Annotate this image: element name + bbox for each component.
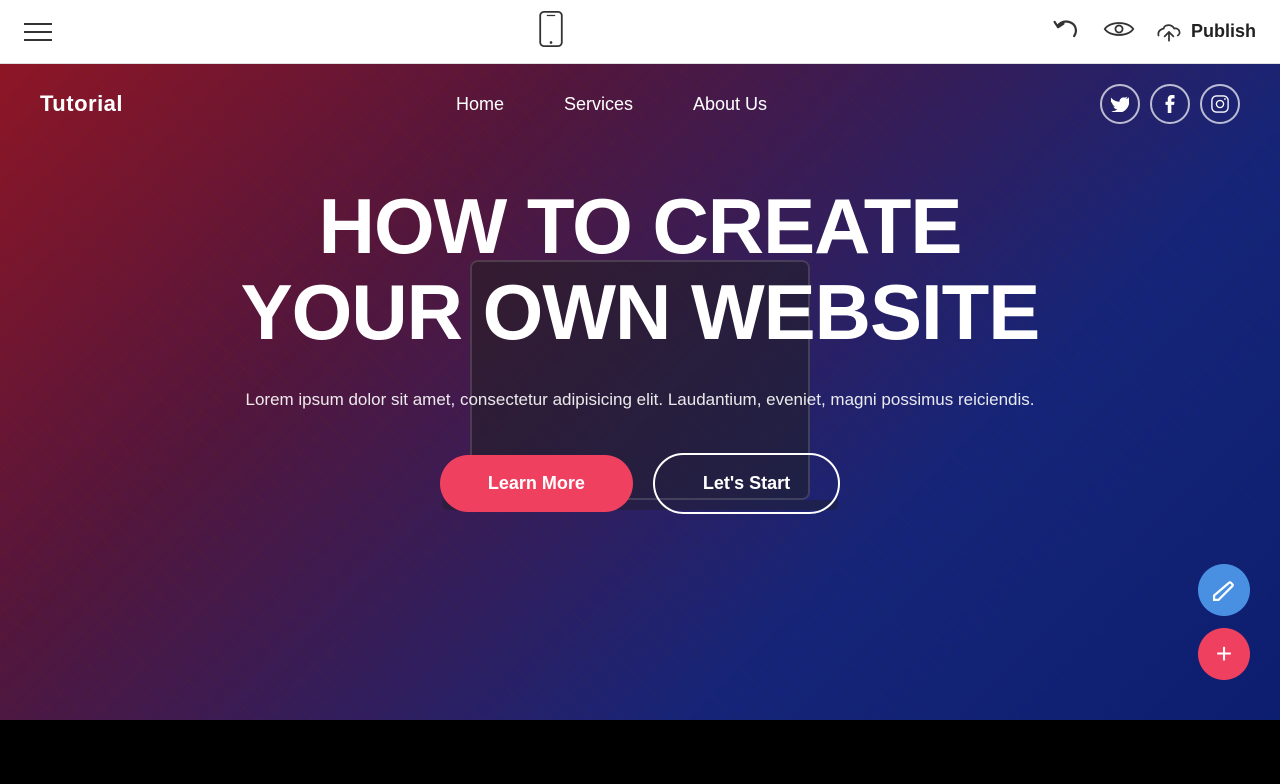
fab-container: + [1198, 564, 1250, 680]
twitter-button[interactable] [1100, 84, 1140, 124]
phone-icon[interactable] [537, 11, 565, 52]
undo-icon[interactable] [1051, 15, 1083, 48]
instagram-button[interactable] [1200, 84, 1240, 124]
learn-more-button[interactable]: Learn More [440, 455, 633, 512]
site-navbar: Tutorial Home Services About Us [0, 64, 1280, 144]
fab-edit-button[interactable] [1198, 564, 1250, 616]
hero-title-line1: HOW TO CREATE [319, 182, 962, 270]
nav-link-services[interactable]: Services [564, 94, 633, 115]
hero-title-line2: YOUR OWN WEBSITE [241, 268, 1040, 356]
hero-subtitle: Lorem ipsum dolor sit amet, consectetur … [190, 386, 1090, 413]
site-social-links [1100, 84, 1240, 124]
fab-add-button[interactable]: + [1198, 628, 1250, 680]
hamburger-icon[interactable] [24, 23, 52, 41]
hero-content: HOW TO CREATE YOUR OWN WEBSITE Lorem ips… [0, 144, 1280, 514]
hero-buttons: Learn More Let's Start [100, 453, 1180, 514]
eye-icon[interactable] [1103, 17, 1135, 46]
facebook-button[interactable] [1150, 84, 1190, 124]
nav-link-about[interactable]: About Us [693, 94, 767, 115]
fab-add-icon: + [1216, 638, 1232, 670]
nav-link-home[interactable]: Home [456, 94, 504, 115]
hero-title: HOW TO CREATE YOUR OWN WEBSITE [100, 184, 1180, 356]
website-preview: Tutorial Home Services About Us [0, 64, 1280, 720]
toolbar-left [24, 23, 52, 41]
lets-start-button[interactable]: Let's Start [653, 453, 840, 514]
site-nav-links: Home Services About Us [456, 94, 767, 115]
toolbar: Publish [0, 0, 1280, 64]
site-logo: Tutorial [40, 91, 123, 117]
toolbar-right: Publish [1051, 15, 1256, 48]
publish-button[interactable]: Publish [1155, 20, 1256, 44]
publish-label: Publish [1191, 21, 1256, 42]
toolbar-center [537, 11, 565, 52]
